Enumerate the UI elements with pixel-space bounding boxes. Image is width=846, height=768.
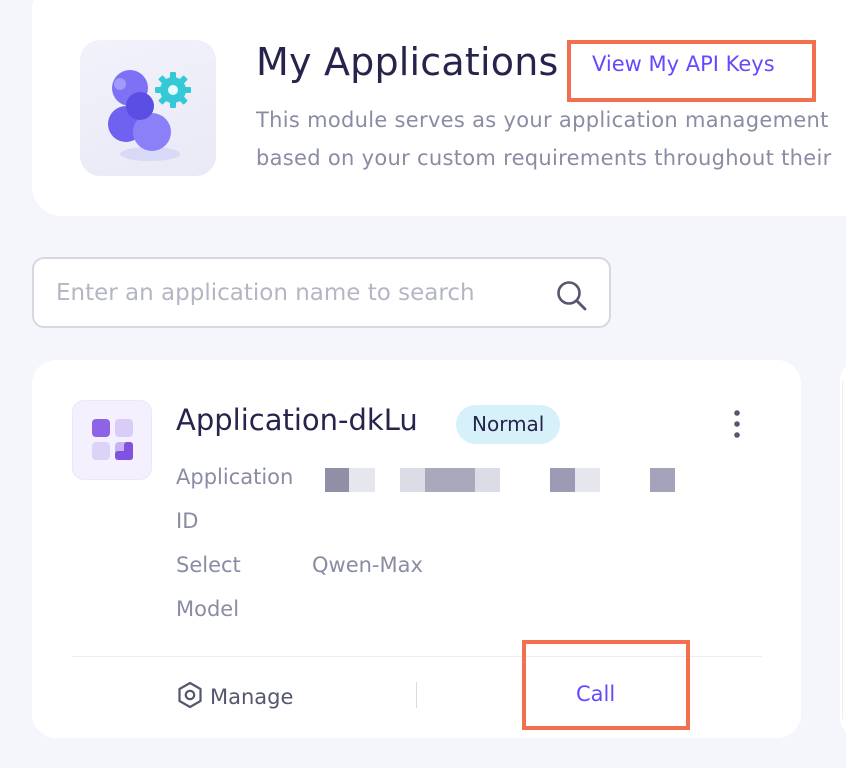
page-description-line-2: based on your custom requirements throug… <box>256 146 832 170</box>
footer-separator <box>416 682 417 708</box>
status-badge: Normal <box>456 405 561 444</box>
application-name[interactable]: Application-dkLu <box>176 403 418 437</box>
model-label-line-2: Model <box>176 597 240 621</box>
model-label: Select <box>176 553 241 577</box>
manage-label: Manage <box>210 685 294 709</box>
highlight-box-call <box>522 640 690 730</box>
search-input[interactable] <box>56 273 546 313</box>
page-title: My Applications <box>256 40 559 84</box>
application-id-label: Application <box>176 465 294 489</box>
more-vertical-icon[interactable] <box>726 408 748 446</box>
application-icon <box>72 400 152 480</box>
applications-hero-icon <box>80 40 216 176</box>
next-card-edge <box>842 380 846 720</box>
search-icon[interactable] <box>554 278 588 316</box>
search-box <box>32 257 611 328</box>
manage-button[interactable]: Manage <box>176 681 294 713</box>
application-id-value-redacted <box>325 468 675 492</box>
hexagon-gear-icon <box>176 681 204 713</box>
highlight-box-api-keys <box>567 40 816 102</box>
page-description-line-1: This module serves as your application m… <box>256 108 829 132</box>
model-value: Qwen-Max <box>312 553 423 577</box>
application-id-label-line-2: ID <box>176 509 199 533</box>
app-list-page: My Applications View My API Keys This mo… <box>0 0 846 768</box>
